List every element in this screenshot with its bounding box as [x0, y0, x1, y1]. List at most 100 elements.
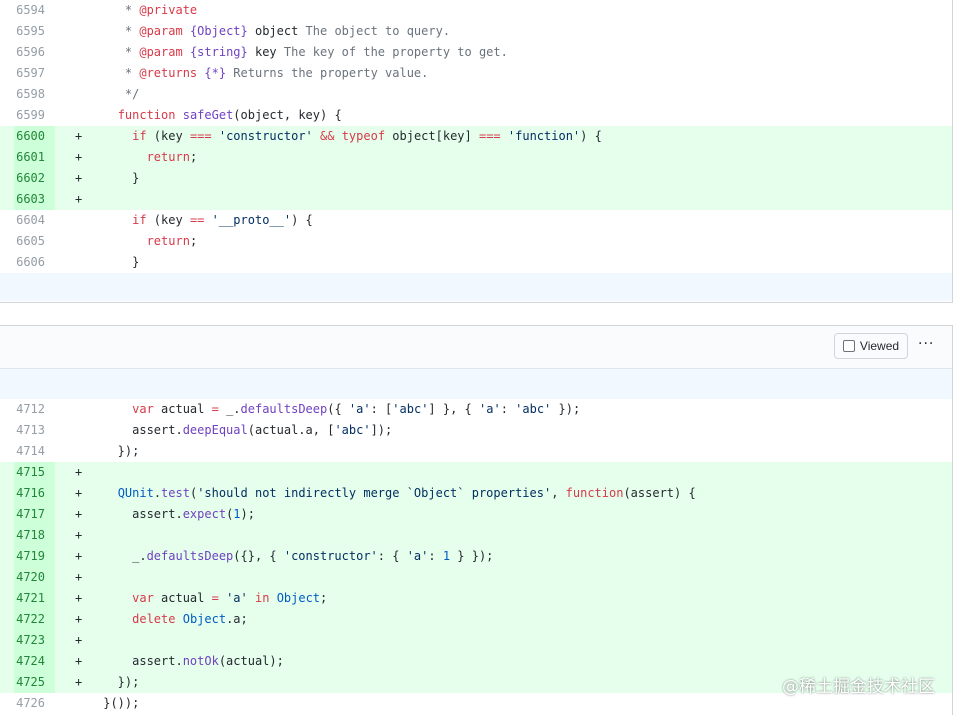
code-token: defaultsDeep: [240, 402, 328, 416]
code-content: function safeGet(object, key) {: [96, 105, 342, 126]
code-token: ) {: [580, 129, 602, 143]
diff-marker: +: [75, 528, 83, 542]
line-number[interactable]: 6600: [14, 126, 55, 147]
expand-lines-below[interactable]: [0, 273, 952, 301]
line-number[interactable]: 6595: [14, 21, 55, 42]
line-number[interactable]: 4725: [14, 672, 55, 693]
diff-marker: +: [75, 591, 83, 605]
code-token: }: [96, 255, 140, 269]
line-number[interactable]: 4720: [14, 567, 55, 588]
code-token: 'abc': [334, 423, 371, 437]
code-token: &&: [320, 129, 335, 143]
line-number[interactable]: 4721: [14, 588, 55, 609]
line-number[interactable]: 4715: [14, 462, 55, 483]
line-number[interactable]: 4718: [14, 525, 55, 546]
diff-line-added: 4715 +: [0, 462, 952, 483]
viewed-button[interactable]: Viewed: [834, 333, 908, 359]
code-token: 'a': [348, 402, 371, 416]
code-token: : {: [377, 549, 407, 563]
diff-line-added: 4724 + assert.notOk(actual);: [0, 651, 952, 672]
kebab-menu-icon[interactable]: ···: [918, 336, 934, 352]
code-content: });: [96, 672, 140, 693]
line-number[interactable]: 6594: [14, 0, 55, 21]
code-token: expect: [182, 507, 227, 521]
diff-line-context: 6604 if (key == '__proto__') {: [0, 210, 952, 231]
line-number[interactable]: 6601: [14, 147, 55, 168]
code-token: object[key]: [385, 129, 479, 143]
line-number[interactable]: 4722: [14, 609, 55, 630]
code-content: if (key == '__proto__') {: [96, 210, 313, 231]
diff-line-context: 6598 */: [0, 84, 952, 105]
line-number[interactable]: 4717: [14, 504, 55, 525]
line-number[interactable]: 6604: [14, 210, 55, 231]
line-number[interactable]: 6605: [14, 231, 55, 252]
code-token: delete: [132, 612, 176, 626]
code-token: } });: [450, 549, 494, 563]
line-number[interactable]: 6598: [14, 84, 55, 105]
code-token: *: [96, 3, 140, 17]
code-content: if (key === 'constructor' && typeof obje…: [96, 126, 602, 147]
diff-line-context: 6606 }: [0, 252, 952, 273]
line-number[interactable]: 6606: [14, 252, 55, 273]
diff-marker: +: [75, 507, 83, 521]
diff-line-added: 6601 + return;: [0, 147, 952, 168]
code-token: ;: [320, 591, 328, 605]
code-token: :: [428, 549, 443, 563]
code-content: }());: [96, 693, 139, 714]
line-number[interactable]: 6596: [14, 42, 55, 63]
code-token: return: [146, 234, 190, 248]
code-token: {Object}: [189, 24, 248, 38]
code-token: });: [96, 444, 140, 458]
code-content: QUnit.test('should not indirectly merge …: [96, 483, 696, 504]
line-number[interactable]: 4726: [14, 693, 55, 714]
expand-lines-above[interactable]: [0, 369, 952, 399]
line-number[interactable]: 6603: [14, 189, 55, 210]
code-token: Object: [276, 591, 321, 605]
diff-line-added: 4716 + QUnit.test('should not indirectly …: [0, 483, 952, 504]
line-number[interactable]: 4723: [14, 630, 55, 651]
line-number[interactable]: 4719: [14, 546, 55, 567]
code-token: test: [161, 486, 190, 500]
code-token: *: [96, 66, 140, 80]
code-token: typeof: [341, 129, 386, 143]
code-token: });: [551, 402, 581, 416]
code-token: @returns: [139, 66, 198, 80]
diff-marker: +: [75, 633, 83, 647]
code-token: );: [240, 507, 255, 521]
diff-line-context: 6594 * @private: [0, 0, 952, 21]
code-token: var: [132, 402, 154, 416]
code-token: return: [146, 150, 190, 164]
line-number[interactable]: 6597: [14, 63, 55, 84]
code-content: _.defaultsDeep({}, { 'constructor': { 'a…: [96, 546, 493, 567]
line-number[interactable]: 6602: [14, 168, 55, 189]
diff-line-added: 4719 + _.defaultsDeep({}, { 'constructor'…: [0, 546, 952, 567]
diff-line-context: 6597 * @returns {*} Returns the property…: [0, 63, 952, 84]
diff-marker: +: [75, 150, 83, 164]
line-number[interactable]: 4714: [14, 441, 55, 462]
diff-line-context: 6599 function safeGet(object, key) {: [0, 105, 952, 126]
code-token: _.: [96, 549, 147, 563]
code-token: @param: [139, 45, 183, 59]
code-token: ===: [189, 129, 212, 143]
code-content: });: [96, 441, 140, 462]
code-content: */: [96, 84, 139, 105]
diff-line-added: 4721 + var actual = 'a' in Object;: [0, 588, 952, 609]
code-token: 1: [442, 549, 451, 563]
code-content: }: [96, 168, 139, 189]
line-number[interactable]: 6599: [14, 105, 55, 126]
line-number[interactable]: 4712: [14, 399, 55, 420]
line-number[interactable]: 4713: [14, 420, 55, 441]
diff-line-added: 4720 +: [0, 567, 952, 588]
line-number[interactable]: 4724: [14, 651, 55, 672]
viewed-checkbox[interactable]: [842, 340, 855, 352]
line-number[interactable]: 4716: [14, 483, 55, 504]
code-token: 'a': [406, 549, 429, 563]
